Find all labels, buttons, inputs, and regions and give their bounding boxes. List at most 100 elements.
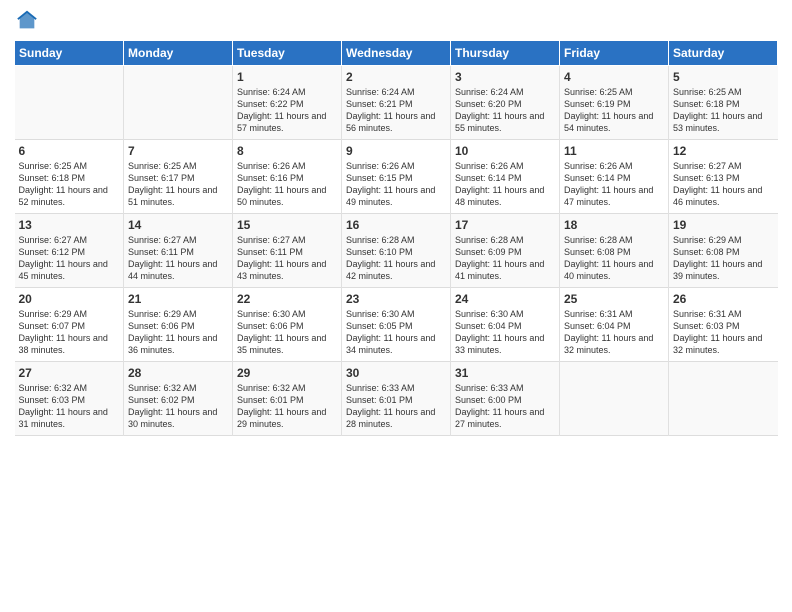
calendar-cell: 2Sunrise: 6:24 AM Sunset: 6:21 PM Daylig… xyxy=(342,66,451,140)
day-number: 12 xyxy=(673,144,774,158)
calendar-cell: 11 Sunrise: 6:26 AM Sunset: 6:14 PM Dayli… xyxy=(560,140,669,214)
calendar-cell: 23 Sunrise: 6:30 AM Sunset: 6:05 PM Dayli… xyxy=(342,288,451,362)
weekday-header-monday: Monday xyxy=(124,41,233,66)
day-info: Sunrise: 6:28 AM Sunset: 6:08 PM Dayligh… xyxy=(564,234,664,283)
day-info: Sunrise: 6:33 AM Sunset: 6:00 PM Dayligh… xyxy=(455,382,555,431)
calendar-cell: 3 Sunrise: 6:24 AM Sunset: 6:20 PM Daylig… xyxy=(451,66,560,140)
calendar-week-row: 20 Sunrise: 6:29 AM Sunset: 6:07 PM Dayli… xyxy=(15,288,778,362)
day-number: 6 xyxy=(19,144,120,158)
calendar-cell: 19 Sunrise: 6:29 AM Sunset: 6:08 PM Dayli… xyxy=(669,214,778,288)
day-info: Sunrise: 6:26 AM Sunset: 6:14 PM Dayligh… xyxy=(455,160,555,209)
day-info: Sunrise: 6:24 AM Sunset: 6:20 PM Dayligh… xyxy=(455,86,555,135)
day-number: 17 xyxy=(455,218,555,232)
calendar-cell: 16Sunrise: 6:28 AM Sunset: 6:10 PM Dayli… xyxy=(342,214,451,288)
day-number: 27 xyxy=(19,366,120,380)
day-number: 16 xyxy=(346,218,446,232)
calendar-cell: 10Sunrise: 6:26 AM Sunset: 6:14 PM Dayli… xyxy=(451,140,560,214)
calendar-week-row: 27 Sunrise: 6:32 AM Sunset: 6:03 PM Dayli… xyxy=(15,362,778,436)
calendar-cell: 17 Sunrise: 6:28 AM Sunset: 6:09 PM Dayli… xyxy=(451,214,560,288)
day-number: 8 xyxy=(237,144,337,158)
calendar-cell xyxy=(560,362,669,436)
calendar-cell xyxy=(15,66,124,140)
calendar-cell: 20 Sunrise: 6:29 AM Sunset: 6:07 PM Dayli… xyxy=(15,288,124,362)
calendar-table: SundayMondayTuesdayWednesdayThursdayFrid… xyxy=(14,40,778,436)
day-info: Sunrise: 6:25 AM Sunset: 6:18 PM Dayligh… xyxy=(673,86,774,135)
calendar-cell: 28 Sunrise: 6:32 AM Sunset: 6:02 PM Dayli… xyxy=(124,362,233,436)
calendar-cell: 14 Sunrise: 6:27 AM Sunset: 6:11 PM Dayli… xyxy=(124,214,233,288)
calendar-cell xyxy=(669,362,778,436)
calendar-cell: 7Sunrise: 6:25 AM Sunset: 6:17 PM Daylig… xyxy=(124,140,233,214)
calendar-cell: 24 Sunrise: 6:30 AM Sunset: 6:04 PM Dayli… xyxy=(451,288,560,362)
calendar-cell: 22Sunrise: 6:30 AM Sunset: 6:06 PM Dayli… xyxy=(233,288,342,362)
day-number: 15 xyxy=(237,218,337,232)
calendar-cell: 21Sunrise: 6:29 AM Sunset: 6:06 PM Dayli… xyxy=(124,288,233,362)
day-info: Sunrise: 6:32 AM Sunset: 6:01 PM Dayligh… xyxy=(237,382,337,431)
day-number: 24 xyxy=(455,292,555,306)
day-info: Sunrise: 6:30 AM Sunset: 6:04 PM Dayligh… xyxy=(455,308,555,357)
day-number: 14 xyxy=(128,218,228,232)
day-number: 30 xyxy=(346,366,446,380)
day-info: Sunrise: 6:26 AM Sunset: 6:14 PM Dayligh… xyxy=(564,160,664,209)
day-info: Sunrise: 6:27 AM Sunset: 6:11 PM Dayligh… xyxy=(237,234,337,283)
day-number: 25 xyxy=(564,292,664,306)
weekday-header-saturday: Saturday xyxy=(669,41,778,66)
day-number: 4 xyxy=(564,70,664,84)
day-info: Sunrise: 6:29 AM Sunset: 6:07 PM Dayligh… xyxy=(19,308,120,357)
calendar-cell: 6 Sunrise: 6:25 AM Sunset: 6:18 PM Daylig… xyxy=(15,140,124,214)
day-info: Sunrise: 6:31 AM Sunset: 6:03 PM Dayligh… xyxy=(673,308,774,357)
day-info: Sunrise: 6:28 AM Sunset: 6:09 PM Dayligh… xyxy=(455,234,555,283)
day-number: 9 xyxy=(346,144,446,158)
day-number: 1 xyxy=(237,70,337,84)
day-info: Sunrise: 6:32 AM Sunset: 6:02 PM Dayligh… xyxy=(128,382,228,431)
weekday-header-row: SundayMondayTuesdayWednesdayThursdayFrid… xyxy=(15,41,778,66)
calendar-cell: 25Sunrise: 6:31 AM Sunset: 6:04 PM Dayli… xyxy=(560,288,669,362)
day-number: 31 xyxy=(455,366,555,380)
calendar-week-row: 1 Sunrise: 6:24 AM Sunset: 6:22 PM Daylig… xyxy=(15,66,778,140)
day-number: 23 xyxy=(346,292,446,306)
day-number: 28 xyxy=(128,366,228,380)
day-info: Sunrise: 6:30 AM Sunset: 6:05 PM Dayligh… xyxy=(346,308,446,357)
day-info: Sunrise: 6:27 AM Sunset: 6:12 PM Dayligh… xyxy=(19,234,120,283)
day-number: 18 xyxy=(564,218,664,232)
day-number: 19 xyxy=(673,218,774,232)
calendar-cell: 29Sunrise: 6:32 AM Sunset: 6:01 PM Dayli… xyxy=(233,362,342,436)
day-number: 11 xyxy=(564,144,664,158)
calendar-cell: 4 Sunrise: 6:25 AM Sunset: 6:19 PM Daylig… xyxy=(560,66,669,140)
day-info: Sunrise: 6:25 AM Sunset: 6:18 PM Dayligh… xyxy=(19,160,120,209)
calendar-cell: 1 Sunrise: 6:24 AM Sunset: 6:22 PM Daylig… xyxy=(233,66,342,140)
day-info: Sunrise: 6:26 AM Sunset: 6:15 PM Dayligh… xyxy=(346,160,446,209)
header xyxy=(14,10,778,32)
day-info: Sunrise: 6:29 AM Sunset: 6:08 PM Dayligh… xyxy=(673,234,774,283)
calendar-cell: 13 Sunrise: 6:27 AM Sunset: 6:12 PM Dayli… xyxy=(15,214,124,288)
day-info: Sunrise: 6:24 AM Sunset: 6:21 PM Dayligh… xyxy=(346,86,446,135)
day-number: 26 xyxy=(673,292,774,306)
calendar-cell: 12Sunrise: 6:27 AM Sunset: 6:13 PM Dayli… xyxy=(669,140,778,214)
day-info: Sunrise: 6:25 AM Sunset: 6:19 PM Dayligh… xyxy=(564,86,664,135)
day-info: Sunrise: 6:29 AM Sunset: 6:06 PM Dayligh… xyxy=(128,308,228,357)
day-number: 20 xyxy=(19,292,120,306)
day-info: Sunrise: 6:27 AM Sunset: 6:11 PM Dayligh… xyxy=(128,234,228,283)
day-number: 13 xyxy=(19,218,120,232)
weekday-header-sunday: Sunday xyxy=(15,41,124,66)
day-number: 5 xyxy=(673,70,774,84)
calendar-cell: 8Sunrise: 6:26 AM Sunset: 6:16 PM Daylig… xyxy=(233,140,342,214)
day-number: 7 xyxy=(128,144,228,158)
calendar-cell: 15 Sunrise: 6:27 AM Sunset: 6:11 PM Dayli… xyxy=(233,214,342,288)
calendar-cell: 26 Sunrise: 6:31 AM Sunset: 6:03 PM Dayli… xyxy=(669,288,778,362)
weekday-header-friday: Friday xyxy=(560,41,669,66)
calendar-cell xyxy=(124,66,233,140)
calendar-cell: 5 Sunrise: 6:25 AM Sunset: 6:18 PM Daylig… xyxy=(669,66,778,140)
calendar-cell: 9 Sunrise: 6:26 AM Sunset: 6:15 PM Daylig… xyxy=(342,140,451,214)
day-info: Sunrise: 6:30 AM Sunset: 6:06 PM Dayligh… xyxy=(237,308,337,357)
calendar-cell: 18 Sunrise: 6:28 AM Sunset: 6:08 PM Dayli… xyxy=(560,214,669,288)
weekday-header-tuesday: Tuesday xyxy=(233,41,342,66)
day-info: Sunrise: 6:33 AM Sunset: 6:01 PM Dayligh… xyxy=(346,382,446,431)
day-number: 3 xyxy=(455,70,555,84)
calendar-week-row: 13 Sunrise: 6:27 AM Sunset: 6:12 PM Dayli… xyxy=(15,214,778,288)
calendar-cell: 27 Sunrise: 6:32 AM Sunset: 6:03 PM Dayli… xyxy=(15,362,124,436)
day-info: Sunrise: 6:32 AM Sunset: 6:03 PM Dayligh… xyxy=(19,382,120,431)
day-info: Sunrise: 6:24 AM Sunset: 6:22 PM Dayligh… xyxy=(237,86,337,135)
weekday-header-wednesday: Wednesday xyxy=(342,41,451,66)
logo xyxy=(14,10,38,32)
weekday-header-thursday: Thursday xyxy=(451,41,560,66)
